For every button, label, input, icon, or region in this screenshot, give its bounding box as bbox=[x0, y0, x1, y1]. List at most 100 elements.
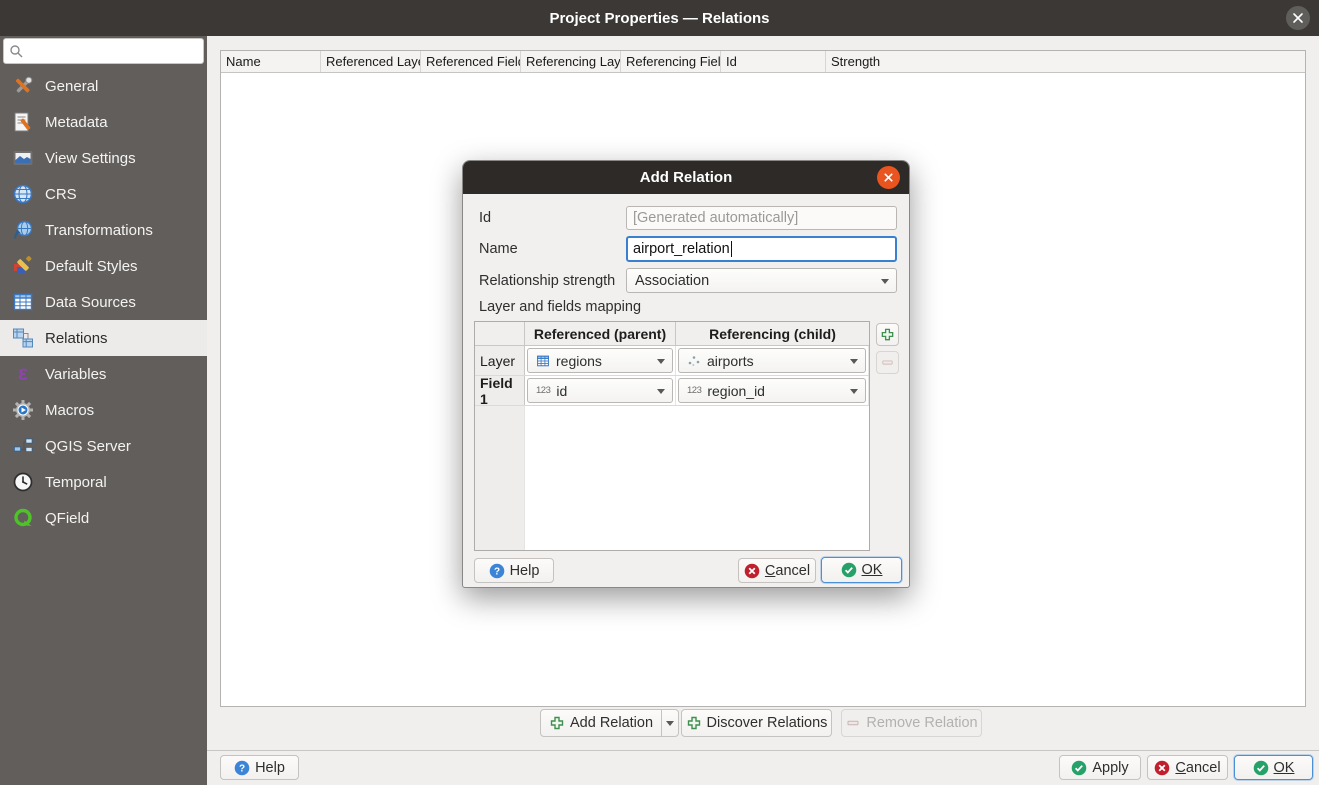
column-header-id: Id bbox=[721, 51, 826, 72]
sidebar-item-relations[interactable]: Relations bbox=[0, 320, 207, 356]
minus-icon bbox=[880, 355, 895, 370]
child-layer-select[interactable]: airports bbox=[678, 348, 866, 373]
sidebar-item-label: Temporal bbox=[45, 474, 107, 491]
search-icon bbox=[9, 44, 23, 63]
column-header-name: Name bbox=[221, 51, 321, 72]
sidebar-item-metadata[interactable]: Metadata bbox=[0, 104, 207, 140]
sidebar: General Metadata View Settings CRS Trans bbox=[0, 36, 207, 785]
column-header-referencing-layer: Referencing Layer bbox=[521, 51, 621, 72]
column-header-referencing-field: Referencing Field bbox=[621, 51, 721, 72]
sidebar-item-data-sources[interactable]: Data Sources bbox=[0, 284, 207, 320]
epsilon-icon: ε bbox=[12, 363, 34, 385]
sidebar-search bbox=[3, 38, 204, 64]
sidebar-item-label: Data Sources bbox=[45, 294, 136, 311]
mapping-corner-cell bbox=[475, 322, 525, 345]
dialog-ok-button[interactable]: OK bbox=[821, 557, 902, 583]
check-icon bbox=[1071, 760, 1087, 776]
add-field-mapping-button[interactable] bbox=[876, 323, 899, 346]
relation-name-input[interactable]: airport_relation bbox=[626, 236, 897, 262]
relationship-strength-select[interactable]: Association bbox=[626, 268, 897, 293]
discover-relations-button[interactable]: Discover Relations bbox=[681, 709, 832, 737]
sidebar-item-variables[interactable]: ε Variables bbox=[0, 356, 207, 392]
add-relation-dialog: Add Relation Id Name airport_relation Re… bbox=[462, 160, 910, 588]
parent-field-select[interactable]: 123 id bbox=[527, 378, 673, 403]
globe-icon bbox=[12, 183, 34, 205]
help-button[interactable]: ? Help bbox=[220, 755, 299, 780]
x-icon bbox=[1154, 760, 1170, 776]
dialog-titlebar[interactable]: Add Relation bbox=[463, 161, 909, 194]
sidebar-item-label: Metadata bbox=[45, 114, 108, 131]
mapping-empty-area bbox=[475, 406, 869, 550]
svg-text:?: ? bbox=[494, 566, 500, 577]
apply-button[interactable]: Apply bbox=[1059, 755, 1141, 780]
name-field-row: Name airport_relation bbox=[479, 236, 897, 262]
relations-table-header: Name Referenced Layer Referenced Field R… bbox=[221, 51, 1305, 73]
x-icon bbox=[744, 563, 760, 579]
numeric-field-icon: 123 bbox=[687, 385, 701, 396]
sidebar-item-default-styles[interactable]: Default Styles bbox=[0, 248, 207, 284]
remove-relation-button[interactable]: Remove Relation bbox=[841, 709, 982, 737]
add-relation-dropdown-toggle[interactable] bbox=[661, 709, 679, 737]
relation-name-value: airport_relation bbox=[633, 241, 730, 257]
sidebar-items: General Metadata View Settings CRS Trans bbox=[0, 68, 207, 536]
chevron-down-icon bbox=[881, 279, 889, 284]
sidebar-item-temporal[interactable]: Temporal bbox=[0, 464, 207, 500]
add-relation-button[interactable]: Add Relation bbox=[540, 709, 662, 737]
sidebar-item-qgis-server[interactable]: QGIS Server bbox=[0, 428, 207, 464]
id-label: Id bbox=[479, 210, 626, 226]
sidebar-item-crs[interactable]: CRS bbox=[0, 176, 207, 212]
child-field-select[interactable]: 123 region_id bbox=[678, 378, 866, 403]
cancel-button[interactable]: Cancel bbox=[1147, 755, 1228, 780]
strength-label: Relationship strength bbox=[479, 273, 626, 289]
window-title: Project Properties — Relations bbox=[549, 10, 769, 27]
referencing-child-header: Referencing (child) bbox=[676, 322, 869, 345]
help-icon: ? bbox=[489, 563, 505, 579]
relation-id-input[interactable] bbox=[626, 206, 897, 230]
sidebar-item-label: View Settings bbox=[45, 150, 136, 167]
sidebar-item-label: Transformations bbox=[45, 222, 153, 239]
dialog-cancel-button[interactable]: Cancel bbox=[738, 558, 816, 583]
sidebar-item-label: QGIS Server bbox=[45, 438, 131, 455]
referenced-parent-header: Referenced (parent) bbox=[525, 322, 676, 345]
window-close-button[interactable] bbox=[1286, 6, 1310, 30]
sidebar-item-label: General bbox=[45, 78, 98, 95]
plus-icon bbox=[549, 715, 565, 731]
metadata-icon bbox=[12, 111, 34, 133]
sidebar-item-qfield[interactable]: QField bbox=[0, 500, 207, 536]
numeric-field-icon: 123 bbox=[536, 385, 550, 396]
mapping-header-row: Referenced (parent) Referencing (child) bbox=[475, 322, 869, 346]
parent-layer-cell: regions bbox=[525, 346, 676, 375]
id-field-row: Id bbox=[479, 206, 897, 230]
svg-text:?: ? bbox=[239, 763, 245, 774]
text-caret bbox=[731, 241, 733, 257]
sidebar-item-label: Variables bbox=[45, 366, 106, 383]
window-titlebar[interactable]: Project Properties — Relations bbox=[0, 0, 1319, 36]
sidebar-item-transformations[interactable]: Transformations bbox=[0, 212, 207, 248]
sidebar-item-view-settings[interactable]: View Settings bbox=[0, 140, 207, 176]
parent-layer-value: regions bbox=[556, 353, 602, 369]
relations-icon bbox=[12, 327, 34, 349]
table-icon bbox=[12, 291, 34, 313]
sidebar-item-general[interactable]: General bbox=[0, 68, 207, 104]
child-layer-value: airports bbox=[707, 353, 754, 369]
tools-icon bbox=[12, 75, 34, 97]
sidebar-item-macros[interactable]: Macros bbox=[0, 392, 207, 428]
ok-button[interactable]: OK bbox=[1234, 755, 1313, 780]
name-label: Name bbox=[479, 241, 626, 257]
dialog-help-button[interactable]: ? Help bbox=[474, 558, 554, 583]
parent-layer-select[interactable]: regions bbox=[527, 348, 673, 373]
chevron-down-icon bbox=[666, 721, 674, 726]
help-icon: ? bbox=[234, 760, 250, 776]
sidebar-search-input[interactable] bbox=[3, 38, 204, 64]
child-field-value: region_id bbox=[707, 383, 765, 399]
strength-value: Association bbox=[635, 273, 709, 289]
table-layer-icon bbox=[536, 354, 550, 368]
dialog-close-button[interactable] bbox=[877, 166, 900, 189]
gear-play-icon bbox=[12, 399, 34, 421]
sidebar-item-label: Relations bbox=[45, 330, 108, 347]
server-icon bbox=[12, 435, 34, 457]
close-icon bbox=[883, 172, 894, 183]
field1-row-label: Field 1 bbox=[475, 376, 525, 405]
layer-fields-mapping-table: Referenced (parent) Referencing (child) … bbox=[474, 321, 870, 551]
remove-field-mapping-button[interactable] bbox=[876, 351, 899, 374]
